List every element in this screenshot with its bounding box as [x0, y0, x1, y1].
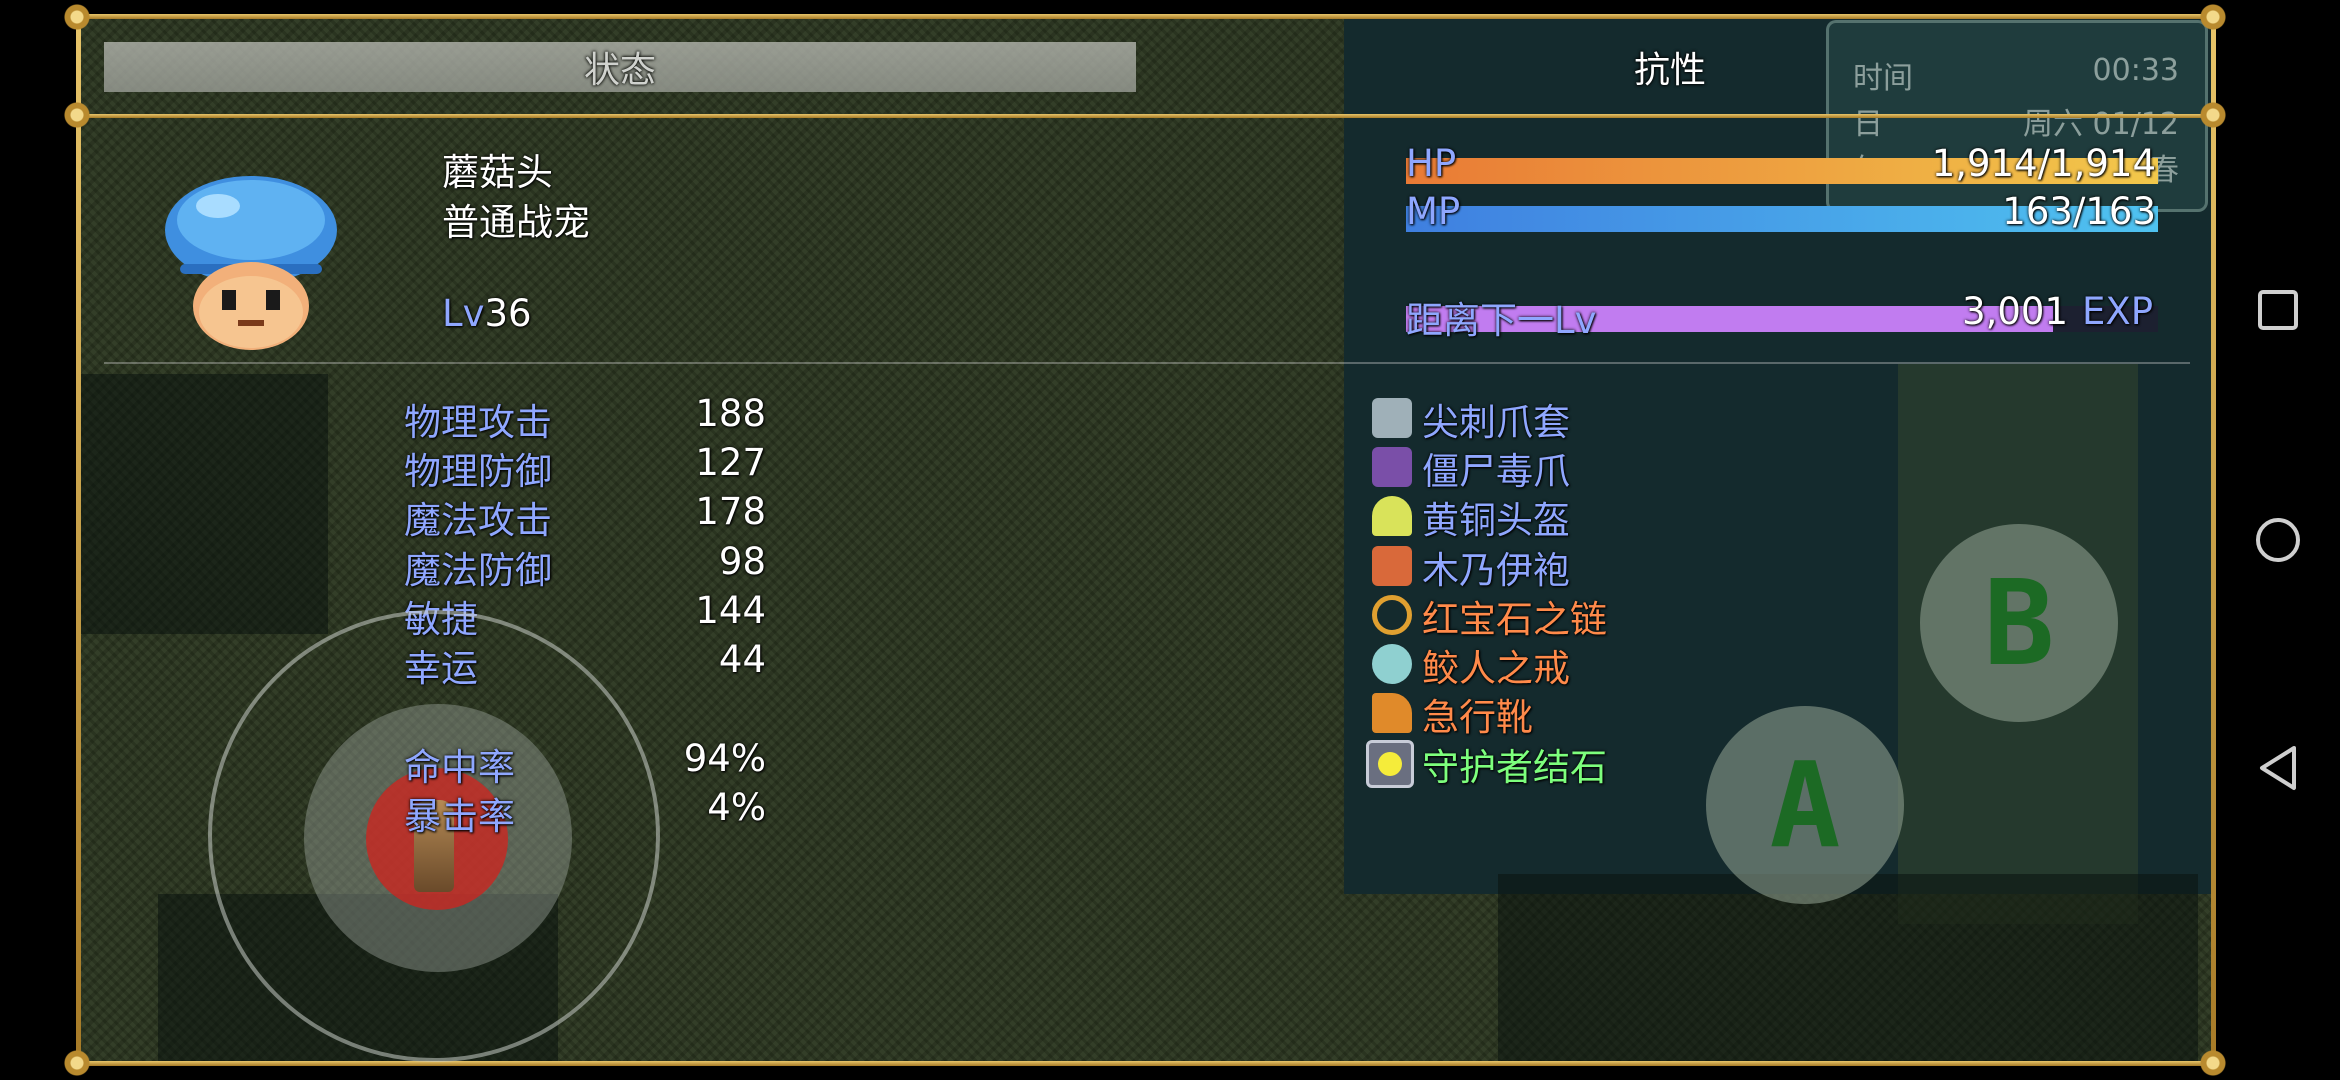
- stat-value: 144: [695, 589, 766, 632]
- time-value: 00:33: [2092, 53, 2179, 88]
- mp-label: MP: [1406, 190, 1461, 233]
- a-button[interactable]: A: [1706, 706, 1904, 904]
- mp-value: 163/163: [2002, 190, 2156, 233]
- level-value: 36: [484, 292, 532, 335]
- home-icon[interactable]: [2254, 516, 2302, 564]
- day-value: 周六 01/12: [2023, 107, 2179, 142]
- frame-corner-ornament: [2196, 1046, 2230, 1080]
- map-shadow-patch: [78, 374, 328, 634]
- frame-corner-ornament: [60, 1046, 94, 1080]
- equipment-item[interactable]: 黄铜头盔: [1422, 490, 1570, 544]
- merfolk-ring-icon: [1372, 644, 1412, 684]
- frame-top-border: [78, 14, 2214, 19]
- guardian-stone-icon: [1366, 740, 1414, 788]
- exp-label: 距离下一Lv: [1406, 299, 1597, 342]
- day-label: 日: [1853, 107, 1883, 142]
- level-label: Lv: [442, 292, 485, 335]
- stat-value: 98: [718, 540, 766, 583]
- stat-label: 魔法攻击: [404, 499, 552, 542]
- section-divider: [104, 362, 2190, 364]
- game-screen: 时间 00:33 日 周六 01/12 年 春 状态 抗性 蘑菇头 普通战宠 L…: [0, 0, 2340, 1080]
- equipment-item[interactable]: 红宝石之链: [1422, 589, 1607, 643]
- tab-resistance[interactable]: 抗性: [1500, 42, 1840, 92]
- stat-value: 178: [695, 490, 766, 533]
- frame-bottom-border: [78, 1061, 2214, 1066]
- hp-value: 1,914/1,914: [1931, 142, 2156, 185]
- stat-value: 188: [695, 392, 766, 435]
- b-button[interactable]: B: [1920, 524, 2118, 722]
- equipment-item[interactable]: 木乃伊袍: [1422, 540, 1570, 594]
- equipment-item[interactable]: 鲛人之戒: [1422, 638, 1570, 692]
- time-label: 时间: [1853, 61, 1913, 96]
- frame-corner-ornament: [2196, 98, 2230, 132]
- rate-value: 4%: [707, 786, 766, 829]
- frame-corner-ornament: [2196, 0, 2230, 34]
- equipment-item[interactable]: 急行靴: [1422, 687, 1533, 741]
- frame-tab-separator: [78, 114, 2214, 118]
- swift-boots-icon: [1372, 693, 1412, 733]
- character-class: 普通战宠: [442, 201, 590, 244]
- claw-glove-icon: [1372, 398, 1412, 438]
- stat-label: 物理防御: [404, 450, 552, 493]
- rate-label: 命中率: [404, 746, 515, 789]
- ruby-chain-icon: [1372, 595, 1412, 635]
- stat-label: 物理攻击: [404, 401, 552, 444]
- exp-unit: EXP: [2082, 290, 2154, 333]
- character-level: Lv36: [442, 292, 532, 335]
- frame-corner-ornament: [60, 0, 94, 34]
- back-icon[interactable]: [2256, 744, 2300, 792]
- tab-status[interactable]: 状态: [104, 42, 1136, 92]
- mushroom-portrait-icon: [165, 176, 337, 350]
- equipment-item[interactable]: 尖刺爪套: [1422, 392, 1570, 446]
- brass-helmet-icon: [1372, 496, 1412, 536]
- zombie-claw-icon: [1372, 447, 1412, 487]
- rate-label: 暴击率: [404, 795, 515, 838]
- hp-label: HP: [1406, 142, 1457, 185]
- frame-right-border: [2211, 14, 2216, 1066]
- stat-value: 127: [695, 441, 766, 484]
- recent-apps-icon[interactable]: [2256, 288, 2300, 332]
- stat-value: 44: [718, 638, 766, 681]
- equipment-item[interactable]: 僵尸毒爪: [1422, 441, 1570, 495]
- map-shadow-patch: [1498, 874, 2198, 1066]
- exp-value: 3,001: [1962, 290, 2068, 333]
- mummy-robe-icon: [1372, 546, 1412, 586]
- guardian-stone-gem: [1378, 752, 1402, 776]
- frame-left-border: [76, 14, 81, 1066]
- character-name: 蘑菇头: [442, 151, 553, 194]
- frame-corner-ornament: [60, 98, 94, 132]
- rate-value: 94%: [683, 737, 766, 780]
- stat-label: 魔法防御: [404, 549, 552, 592]
- equipment-item[interactable]: 守护者结石: [1422, 737, 1607, 791]
